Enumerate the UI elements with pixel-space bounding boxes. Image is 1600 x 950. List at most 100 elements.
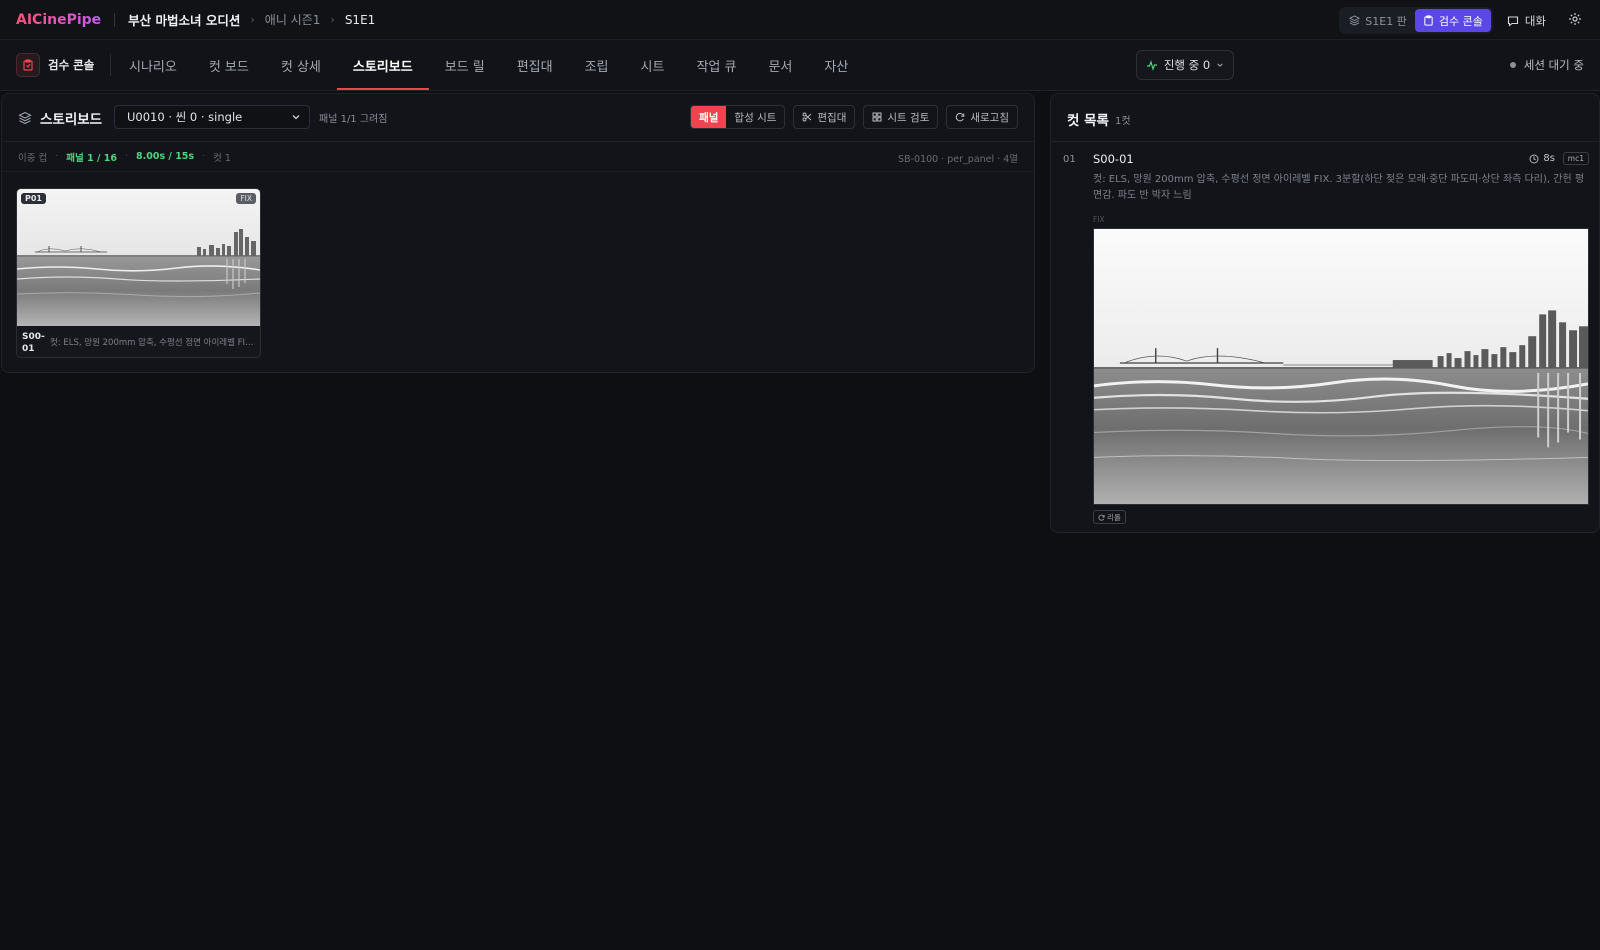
storyboard-panel-card[interactable]: P01 FIX S00-01 컷: ELS, 망원 200mm 압축, 수평선 … <box>16 188 261 358</box>
meta-duration: 8.00s / 15s <box>136 151 195 162</box>
refresh-button[interactable]: 새로고침 <box>946 105 1018 129</box>
panel-count: 패널 1/1 그려짐 <box>319 114 388 125</box>
breadcrumb-separator-icon: › <box>330 13 335 26</box>
tab-cut-detail[interactable]: 컷 상세 <box>265 40 337 90</box>
meta-cuts: 컷 1 <box>213 152 231 164</box>
cut-fix-label: FIX <box>1093 215 1105 224</box>
breadcrumb-season[interactable]: 애니 시즌1 <box>265 11 321 28</box>
tab-assets[interactable]: 자산 <box>808 40 864 90</box>
panel-footer: S00-01 컷: ELS, 망원 200mm 압축, 수평선 정면 아이레벨 … <box>17 326 260 357</box>
clipboard-icon <box>23 59 33 71</box>
meta-separator: · <box>55 151 59 162</box>
tab-board-reel[interactable]: 보드 릴 <box>429 40 501 90</box>
tab-documents[interactable]: 문서 <box>752 40 808 90</box>
panel-description: 컷: ELS, 망원 200mm 압축, 수평선 정면 아이레벨 FIX. 3분… <box>50 338 254 348</box>
chat-icon <box>1507 15 1518 27</box>
cut-duration-value: 8s <box>1543 153 1555 164</box>
cut-duration: 8s <box>1529 153 1555 164</box>
storyboard-panel: 스토리보드 U0010 · 씬 0 · single 패널 1/1 그려짐 패널… <box>1 93 1035 373</box>
review-console-toggle-label: 검수 콘솔 <box>1438 14 1483 28</box>
meta-panels: 패널 1 / 16 <box>66 152 117 164</box>
clipboard-icon <box>1424 15 1433 26</box>
storyboard-header: 스토리보드 U0010 · 씬 0 · single 패널 1/1 그려짐 패널… <box>2 94 1034 142</box>
chat-button[interactable]: 대화 <box>1507 13 1546 29</box>
meta-separator: · <box>202 151 206 162</box>
refresh-label: 새로고침 <box>970 111 1009 124</box>
top-actions: S1E1 판 검수 콘솔 대화 <box>1339 7 1582 34</box>
refresh-icon <box>1098 514 1105 521</box>
panel-thumbnail <box>17 189 260 326</box>
tab-editor[interactable]: 편집대 <box>501 40 569 90</box>
reroll-button[interactable]: 리롤 <box>1093 510 1126 524</box>
sheet-review-button[interactable]: 시트 검토 <box>863 105 939 129</box>
session-status: 세션 대기 중 <box>1509 57 1584 73</box>
chevron-down-icon <box>292 115 300 120</box>
review-console-toggle[interactable]: 검수 콘솔 <box>1414 9 1491 32</box>
cut-list-title: 컷 목록 <box>1067 113 1109 129</box>
breadcrumb-separator-icon: › <box>250 13 255 26</box>
main-nav: 검수 콘솔 시나리오 컷 보드 컷 상세 스토리보드 보드 릴 편집대 조립 시… <box>0 40 1600 91</box>
breadcrumb-episode[interactable]: S1E1 <box>345 13 375 27</box>
tab-bar: 시나리오 컷 보드 컷 상세 스토리보드 보드 릴 편집대 조립 시트 작업 큐… <box>113 40 864 90</box>
session-status-label: 세션 대기 중 <box>1523 58 1584 72</box>
meta-info: SB-0100 · per_panel · 4열 <box>898 154 1018 165</box>
review-console-link[interactable]: 검수 콘솔 <box>16 53 94 77</box>
cut-row-title[interactable]: S00-01 <box>1093 152 1134 166</box>
storyboard-title-text: 스토리보드 <box>40 112 103 128</box>
episode-board-label: S1E1 판 <box>1365 14 1407 28</box>
progress-label: 진행 중 0 <box>1163 58 1211 72</box>
divider <box>114 12 116 27</box>
refresh-icon <box>956 112 965 122</box>
layers-icon <box>1349 15 1361 26</box>
review-console-label: 검수 콘솔 <box>48 58 95 72</box>
tab-scenario[interactable]: 시나리오 <box>113 40 193 90</box>
episode-board-button[interactable]: S1E1 판 <box>1341 9 1415 32</box>
tab-storyboard[interactable]: 스토리보드 <box>336 40 429 90</box>
reroll-label: 리롤 <box>1107 512 1121 522</box>
tab-cut-board[interactable]: 컷 보드 <box>193 40 265 90</box>
nav-divider <box>110 54 111 76</box>
cut-preview-image[interactable] <box>1093 228 1589 505</box>
cut-list-count: 1컷 <box>1115 116 1131 127</box>
settings-button[interactable] <box>1568 12 1582 29</box>
meta-separator: · <box>124 151 129 162</box>
panel-number-badge: P01 <box>21 193 46 204</box>
unit-select-value: U0010 · 씬 0 · single <box>127 110 243 124</box>
editor-button-label: 편집대 <box>817 111 847 124</box>
tab-job-queue[interactable]: 작업 큐 <box>680 40 752 90</box>
unit-select[interactable]: U0010 · 씬 0 · single <box>114 105 310 129</box>
sheet-review-label: 시트 검토 <box>887 111 930 124</box>
scissors-icon <box>802 112 812 122</box>
gear-icon <box>1569 13 1581 25</box>
composite-sheet-button[interactable]: 합성 시트 <box>726 106 784 128</box>
tab-assembly[interactable]: 조립 <box>569 40 625 90</box>
cut-list-panel: 컷 목록 1컷 01 S00-01 8s mc1 컷: ELS, 망원 200m… <box>1050 93 1600 533</box>
mc-badge: mc1 <box>1562 152 1589 165</box>
storyboard-meta: 이중 컵 · 패널 1 / 16 · 8.00s / 15s · 컷 1 SB-… <box>2 142 1034 172</box>
panel-cut-id: S00-01 <box>22 332 45 354</box>
mode-switch: S1E1 판 검수 콘솔 <box>1339 7 1493 34</box>
chevron-down-icon <box>1217 63 1223 67</box>
grid-icon <box>872 112 882 122</box>
cut-list-header: 컷 목록 1컷 <box>1051 94 1599 142</box>
tab-sheet[interactable]: 시트 <box>625 40 681 90</box>
fix-badge: FIX <box>236 193 256 204</box>
editor-button[interactable]: 편집대 <box>793 105 856 129</box>
app-logo[interactable]: AICinePipe <box>16 12 101 28</box>
status-dot <box>1509 62 1516 68</box>
clock-icon <box>1529 154 1539 163</box>
cut-row-number: 01 <box>1063 154 1076 165</box>
chat-label: 대화 <box>1524 13 1546 28</box>
storyboard-title: 스토리보드 <box>18 108 102 128</box>
layers-icon <box>18 111 32 125</box>
activity-icon <box>1146 60 1157 71</box>
panel-view-button[interactable]: 패널 <box>691 106 727 128</box>
view-toggle: 패널 합성 시트 <box>690 105 786 129</box>
project-name[interactable]: 부산 마법소녀 오디션 <box>128 10 240 29</box>
progress-dropdown[interactable]: 진행 중 0 <box>1136 50 1234 80</box>
review-console-icon-box <box>16 53 40 77</box>
meta-label: 이중 컵 <box>18 152 48 164</box>
top-bar: AICinePipe 부산 마법소녀 오디션 › 애니 시즌1 › S1E1 S… <box>0 0 1600 40</box>
cut-row-description: 컷: ELS, 망원 200mm 압축, 수평선 정면 아이레벨 FIX. 3분… <box>1093 174 1585 201</box>
storyboard-actions: 패널 합성 시트 편집대 시트 검토 새로고침 <box>690 105 1018 129</box>
